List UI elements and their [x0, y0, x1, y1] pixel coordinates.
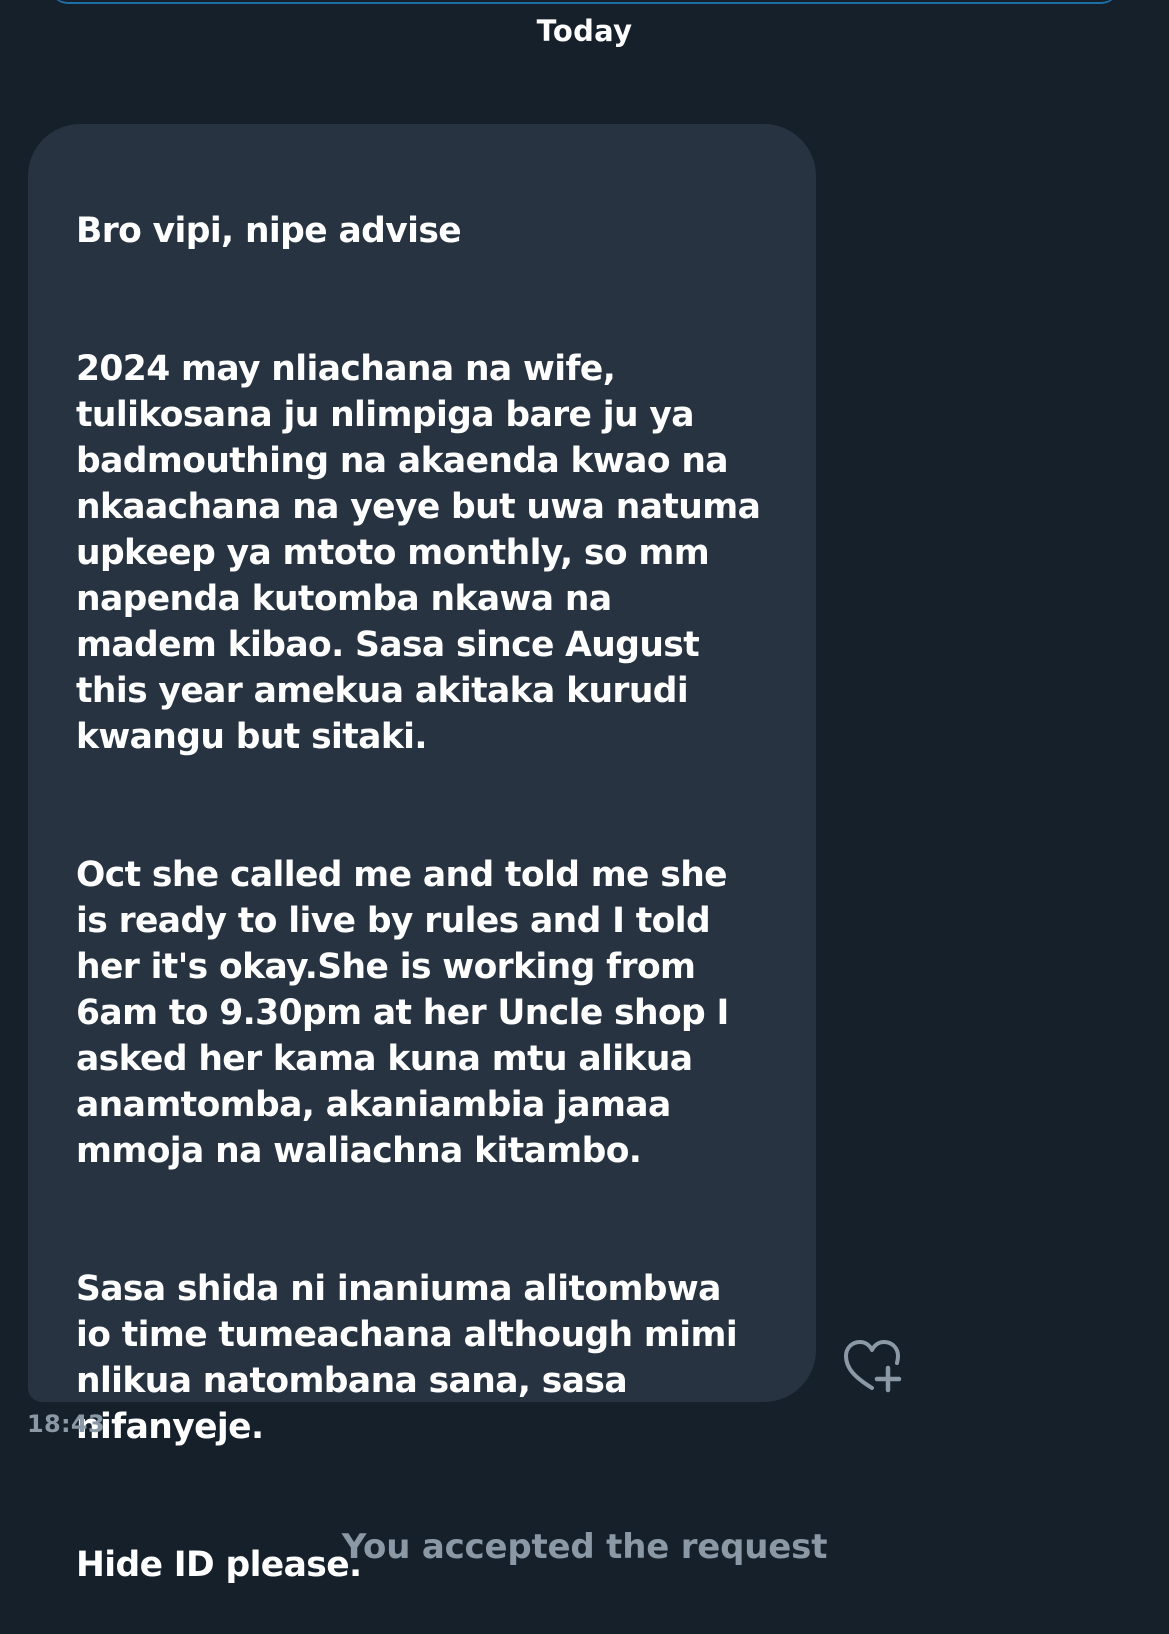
message-paragraph: Sasa shida ni inaniuma alitombwa io time…	[76, 1269, 738, 1447]
request-accepted-notice: You accepted the request	[341, 1527, 828, 1567]
message-paragraph: Oct she called me and told me she is rea…	[76, 855, 729, 1171]
date-separator: Today	[536, 14, 633, 48]
message-bubble[interactable]: Bro vipi, nipe advise 2024 may nliachana…	[28, 124, 816, 1585]
message-timestamp: 18:43	[27, 1410, 105, 1438]
add-reaction-button[interactable]	[842, 1338, 908, 1396]
top-input-edge	[50, 0, 1119, 4]
message-paragraph: Bro vipi, nipe advise	[76, 211, 462, 251]
message-paragraph: 2024 may nliachana na wife, tulikosana j…	[76, 349, 761, 757]
message-text: Bro vipi, nipe advise 2024 may nliachana…	[76, 162, 786, 1634]
heart-plus-icon	[844, 1340, 902, 1393]
